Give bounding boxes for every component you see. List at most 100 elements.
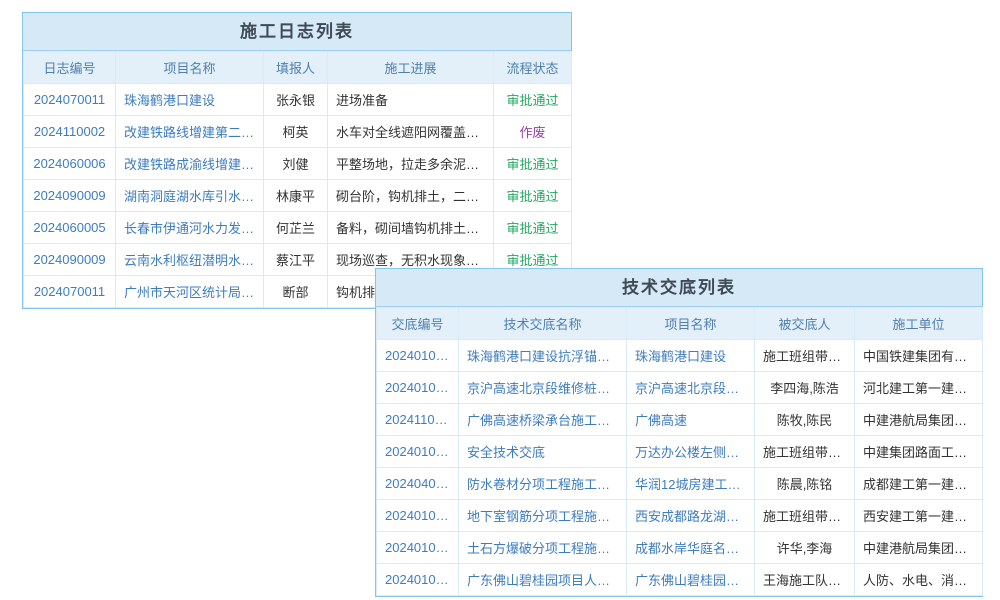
disclosure-project-cell[interactable]: 西安成都路龙湖上…: [627, 500, 755, 532]
log-status-cell: 审批通过: [494, 212, 572, 244]
table-row: 2024010002地下室钢筋分项工程施工…西安成都路龙湖上…施工班组带班…西安…: [377, 500, 983, 532]
disclosure-unit-cell: 西安建工第一建筑有…: [855, 500, 983, 532]
log-id-cell[interactable]: 2024090009: [24, 244, 116, 276]
disclosure-id-cell[interactable]: 2024010002: [377, 532, 459, 564]
disclosure-name-cell[interactable]: 防水卷材分项工程施工技…: [459, 468, 627, 500]
log-reporter-cell: 蔡江平: [264, 244, 328, 276]
log-reporter-cell: 断部: [264, 276, 328, 308]
disclosure-unit-cell: 成都建工第一建筑有…: [855, 468, 983, 500]
disclosure-name-cell[interactable]: 安全技术交底: [459, 436, 627, 468]
disclosure-receiver-cell: 陈牧,陈民: [755, 404, 855, 436]
log-col-progress: 施工进展: [328, 52, 494, 84]
log-id-cell[interactable]: 2024110002: [24, 116, 116, 148]
log-id-cell[interactable]: 2024070011: [24, 84, 116, 116]
table-row: 2024010003珠海鹤港口建设抗浮锚杆…珠海鹤港口建设施工班组带班…中国铁建…: [377, 340, 983, 372]
log-reporter-cell: 刘健: [264, 148, 328, 180]
table-row: 2024060006改建铁路成渝线增建第二…刘健平整场地，拉走多余泥土15…审批…: [24, 148, 572, 180]
log-status-cell: 审批通过: [494, 84, 572, 116]
disclosure-col-receiver: 被交底人: [755, 308, 855, 340]
log-reporter-cell: 张永银: [264, 84, 328, 116]
disclosure-name-cell[interactable]: 珠海鹤港口建设抗浮锚杆…: [459, 340, 627, 372]
log-status-cell: 作废: [494, 116, 572, 148]
disclosure-id-cell[interactable]: 2024010004: [377, 372, 459, 404]
table-row: 2024070011珠海鹤港口建设张永银进场准备审批通过: [24, 84, 572, 116]
log-progress-cell: 进场准备: [328, 84, 494, 116]
disclosure-receiver-cell: 陈晨,陈铭: [755, 468, 855, 500]
table-row: 2024110001广佛高速桥梁承台施工技…广佛高速陈牧,陈民中建港航局集团有限…: [377, 404, 983, 436]
disclosure-receiver-cell: 施工班组带班…: [755, 340, 855, 372]
disclosure-id-cell[interactable]: 2024110001: [377, 404, 459, 436]
disclosure-id-cell[interactable]: 2024040001: [377, 468, 459, 500]
disclosure-header-row: 交底编号 技术交底名称 项目名称 被交底人 施工单位: [377, 308, 983, 340]
disclosure-unit-cell: 中国铁建集团有限公司: [855, 340, 983, 372]
table-row: 2024010004京沪高速北京段维修桩幅…京沪高速北京段维修李四海,陈浩河北建…: [377, 372, 983, 404]
log-col-status: 流程状态: [494, 52, 572, 84]
table-row: 2024060005长春市伊通河水力发电厂…何芷兰备料，砌间墙钩机排土，瓦…审批…: [24, 212, 572, 244]
disclosure-id-cell[interactable]: 2024010003: [377, 340, 459, 372]
tech-disclosure-table: 交底编号 技术交底名称 项目名称 被交底人 施工单位 2024010003珠海鹤…: [376, 307, 983, 596]
log-id-cell[interactable]: 2024070011: [24, 276, 116, 308]
disclosure-project-cell[interactable]: 京沪高速北京段维修: [627, 372, 755, 404]
table-row: 2024010003安全技术交底万达办公楼左侧…施工班组带班…中建集团路面工程有…: [377, 436, 983, 468]
disclosure-receiver-cell: 许华,李海: [755, 532, 855, 564]
disclosure-col-id: 交底编号: [377, 308, 459, 340]
disclosure-name-cell[interactable]: 地下室钢筋分项工程施工…: [459, 500, 627, 532]
log-header-row: 日志编号 项目名称 填报人 施工进展 流程状态: [24, 52, 572, 84]
log-reporter-cell: 何芷兰: [264, 212, 328, 244]
tech-disclosure-panel: 技术交底列表 交底编号 技术交底名称 项目名称 被交底人 施工单位 202401…: [375, 268, 983, 597]
table-row: 2024090009湖南洞庭湖水库引水工程…林康平砌台阶，钩机排土，二包砌…审批…: [24, 180, 572, 212]
log-progress-cell: 备料，砌间墙钩机排土，瓦…: [328, 212, 494, 244]
log-project-cell[interactable]: 珠海鹤港口建设: [116, 84, 264, 116]
disclosure-receiver-cell: 施工班组带班…: [755, 436, 855, 468]
log-progress-cell: 砌台阶，钩机排土，二包砌…: [328, 180, 494, 212]
log-col-project: 项目名称: [116, 52, 264, 84]
disclosure-unit-cell: 中建港航局集团有限…: [855, 404, 983, 436]
log-progress-cell: 平整场地，拉走多余泥土15…: [328, 148, 494, 180]
log-project-cell[interactable]: 改建铁路成渝线增建第二…: [116, 148, 264, 180]
disclosure-name-cell[interactable]: 广东佛山碧桂园项目人防…: [459, 564, 627, 596]
log-status-cell: 审批通过: [494, 180, 572, 212]
log-status-cell: 审批通过: [494, 148, 572, 180]
log-id-cell[interactable]: 2024060006: [24, 148, 116, 180]
table-row: 2024010001广东佛山碧桂园项目人防…广东佛山碧桂园项目王海施工队全队人防…: [377, 564, 983, 596]
disclosure-id-cell[interactable]: 2024010002: [377, 500, 459, 532]
disclosure-project-cell[interactable]: 广佛高速: [627, 404, 755, 436]
table-row: 2024110002改建铁路线增建第二线直…柯英水车对全线遮阳网覆盖点进…作废: [24, 116, 572, 148]
construction-log-title: 施工日志列表: [23, 13, 571, 51]
log-reporter-cell: 柯英: [264, 116, 328, 148]
disclosure-name-cell[interactable]: 广佛高速桥梁承台施工技…: [459, 404, 627, 436]
tech-disclosure-title: 技术交底列表: [376, 269, 982, 307]
disclosure-project-cell[interactable]: 万达办公楼左侧…: [627, 436, 755, 468]
disclosure-col-name: 技术交底名称: [459, 308, 627, 340]
disclosure-project-cell[interactable]: 华润12城房建工程…: [627, 468, 755, 500]
disclosure-id-cell[interactable]: 2024010001: [377, 564, 459, 596]
log-reporter-cell: 林康平: [264, 180, 328, 212]
log-project-cell[interactable]: 长春市伊通河水力发电厂…: [116, 212, 264, 244]
log-id-cell[interactable]: 2024090009: [24, 180, 116, 212]
log-project-cell[interactable]: 云南水利枢纽潜明水库一…: [116, 244, 264, 276]
disclosure-unit-cell: 中建港航局集团有限…: [855, 532, 983, 564]
disclosure-id-cell[interactable]: 2024010003: [377, 436, 459, 468]
disclosure-name-cell[interactable]: 京沪高速北京段维修桩幅…: [459, 372, 627, 404]
disclosure-unit-cell: 河北建工第一建筑有…: [855, 372, 983, 404]
disclosure-unit-cell: 中建集团路面工程有…: [855, 436, 983, 468]
disclosure-unit-cell: 人防、水电、消防暖通: [855, 564, 983, 596]
disclosure-project-cell[interactable]: 珠海鹤港口建设: [627, 340, 755, 372]
log-project-cell[interactable]: 改建铁路线增建第二线直…: [116, 116, 264, 148]
table-row: 2024010002土石方爆破分项工程施工…成都水岸华庭名苑…许华,李海中建港航…: [377, 532, 983, 564]
construction-log-panel: 施工日志列表 日志编号 项目名称 填报人 施工进展 流程状态 202407001…: [22, 12, 572, 309]
log-project-cell[interactable]: 广州市天河区统计局机房…: [116, 276, 264, 308]
disclosure-name-cell[interactable]: 土石方爆破分项工程施工…: [459, 532, 627, 564]
disclosure-project-cell[interactable]: 广东佛山碧桂园项目: [627, 564, 755, 596]
disclosure-project-cell[interactable]: 成都水岸华庭名苑…: [627, 532, 755, 564]
log-progress-cell: 水车对全线遮阳网覆盖点进…: [328, 116, 494, 148]
log-col-reporter: 填报人: [264, 52, 328, 84]
disclosure-col-project: 项目名称: [627, 308, 755, 340]
table-row: 2024040001防水卷材分项工程施工技…华润12城房建工程…陈晨,陈铭成都建…: [377, 468, 983, 500]
log-project-cell[interactable]: 湖南洞庭湖水库引水工程…: [116, 180, 264, 212]
log-id-cell[interactable]: 2024060005: [24, 212, 116, 244]
disclosure-receiver-cell: 施工班组带班…: [755, 500, 855, 532]
disclosure-receiver-cell: 王海施工队全队: [755, 564, 855, 596]
log-col-id: 日志编号: [24, 52, 116, 84]
disclosure-col-unit: 施工单位: [855, 308, 983, 340]
